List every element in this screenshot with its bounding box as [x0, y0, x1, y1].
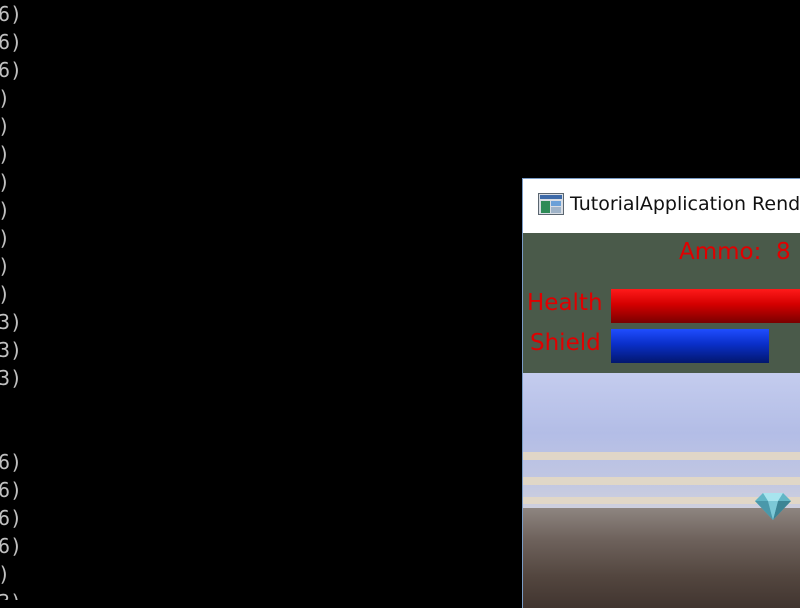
console-line: 6)	[0, 58, 23, 82]
console-line: )	[0, 224, 10, 252]
console-line: )	[0, 196, 10, 224]
console-line: )	[0, 280, 10, 308]
title-bar[interactable]: TutorialApplication Rende	[523, 179, 800, 233]
console-window: 6) 6) 6) ) ) ) ) ) ) ) ) 3) 3) 3) 6) 6) …	[0, 0, 520, 600]
hud-panel: Ammo: 8 Health Shield	[523, 233, 800, 373]
render-window[interactable]: TutorialApplication Rende Ammo: 8 Health…	[522, 178, 800, 608]
ground-plane	[523, 508, 800, 608]
console-line: 6)	[0, 450, 23, 474]
shield-label: Shield	[530, 330, 601, 356]
console-line: )	[0, 168, 10, 196]
cloud-band	[523, 452, 800, 460]
console-line: )	[0, 560, 10, 588]
health-label: Health	[527, 290, 603, 316]
app-window-icon	[538, 193, 564, 215]
console-line: 6)	[0, 534, 23, 558]
shield-bar	[611, 329, 769, 363]
cloud-band	[523, 477, 800, 485]
console-line: 3)	[0, 366, 23, 390]
game-viewport[interactable]	[523, 373, 800, 608]
console-line: 6)	[0, 506, 23, 530]
console-line: 3)	[0, 588, 22, 600]
console-line: )	[0, 252, 10, 280]
window-title: TutorialApplication Rende	[570, 193, 800, 215]
console-line: 3)	[0, 338, 23, 362]
console-line: )	[0, 84, 10, 112]
console-line: 6)	[0, 30, 23, 54]
console-line: 6)	[0, 478, 23, 502]
console-line: 3)	[0, 310, 23, 334]
console-line: )	[0, 140, 10, 168]
diamond-gem-icon	[755, 493, 791, 520]
console-line: )	[0, 112, 10, 140]
console-line: 6)	[0, 2, 23, 26]
health-bar	[611, 289, 800, 323]
ammo-counter: Ammo: 8	[679, 239, 791, 265]
